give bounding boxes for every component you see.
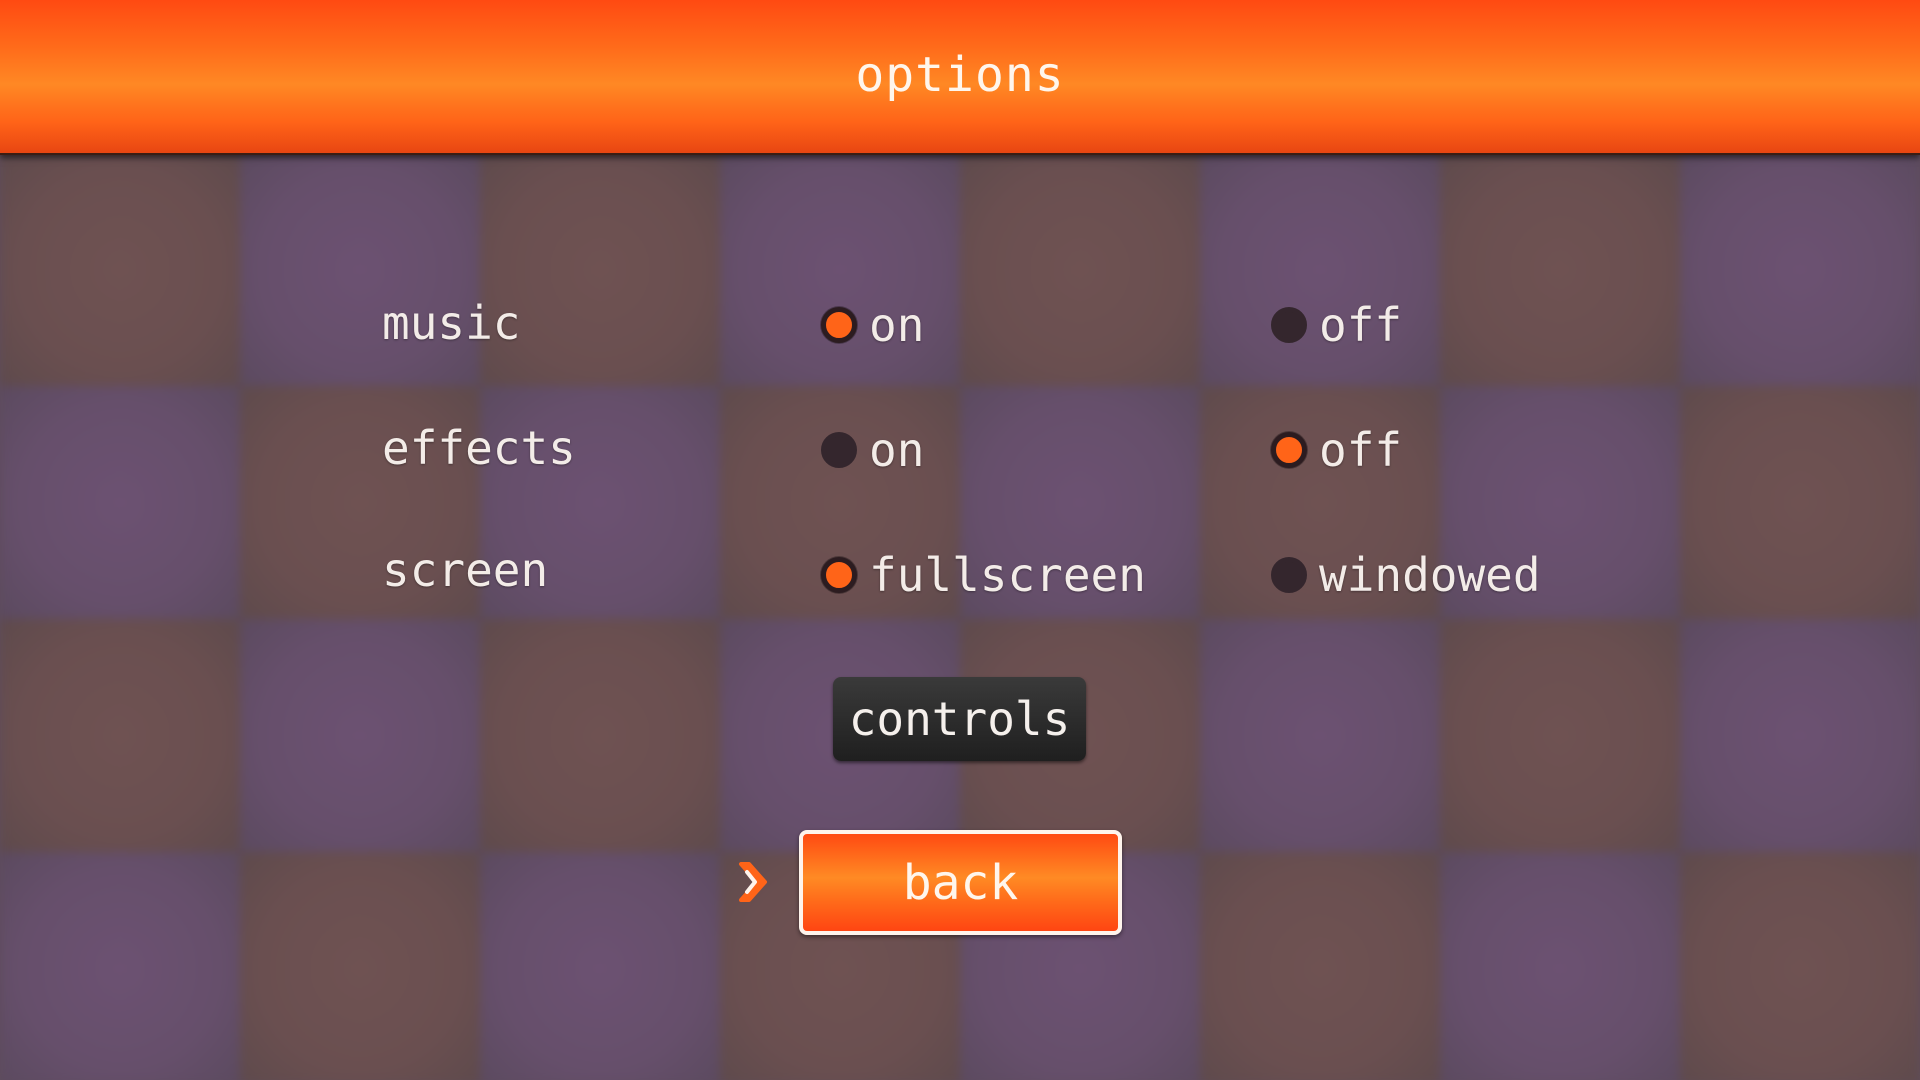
background-tile [0, 153, 240, 386]
background-tile [1440, 852, 1680, 1080]
effects-off-label: off [1319, 423, 1403, 477]
music-on-option[interactable]: on [821, 298, 924, 352]
screen-windowed-label: windowed [1319, 548, 1541, 602]
background-tile [1440, 619, 1680, 852]
background-tile [960, 153, 1200, 386]
background-tile [0, 619, 240, 852]
music-on-label: on [869, 298, 925, 352]
music-off-radio[interactable] [1271, 307, 1307, 343]
header-bar: options [0, 0, 1920, 155]
chevron-right-icon [739, 862, 767, 902]
background-tile [1200, 619, 1440, 852]
screen-fullscreen-label: fullscreen [869, 548, 1146, 602]
effects-label: effects [382, 421, 576, 475]
background-tile [480, 852, 720, 1080]
effects-off-radio[interactable] [1271, 432, 1307, 468]
page-title: options [855, 46, 1065, 103]
music-off-option[interactable]: off [1271, 298, 1402, 352]
background-tile [1680, 852, 1920, 1080]
screen-windowed-option[interactable]: windowed [1271, 548, 1541, 602]
background-tile [1440, 153, 1680, 386]
music-off-label: off [1319, 298, 1403, 352]
background-tile [1680, 386, 1920, 619]
back-button[interactable]: back [799, 830, 1122, 935]
background-tile [0, 386, 240, 619]
screen-label: screen [382, 543, 549, 597]
screen-fullscreen-radio[interactable] [821, 557, 857, 593]
background-tile [1200, 852, 1440, 1080]
background-tile [240, 852, 480, 1080]
effects-on-option[interactable]: on [821, 423, 924, 477]
background-tile [240, 153, 480, 386]
controls-button[interactable]: controls [833, 677, 1086, 761]
checkerboard-background [0, 153, 1920, 1080]
background-tile [240, 619, 480, 852]
screen-fullscreen-option[interactable]: fullscreen [821, 548, 1146, 602]
effects-off-option[interactable]: off [1271, 423, 1402, 477]
background-tile [480, 619, 720, 852]
music-on-radio[interactable] [821, 307, 857, 343]
background-tile [1680, 153, 1920, 386]
music-label: music [382, 296, 521, 350]
screen-windowed-radio[interactable] [1271, 557, 1307, 593]
background-tile [480, 153, 720, 386]
options-screen: options music on off effects on off scre… [0, 0, 1920, 1080]
background-tile [0, 852, 240, 1080]
background-tile [1680, 619, 1920, 852]
effects-on-radio[interactable] [821, 432, 857, 468]
effects-on-label: on [869, 423, 925, 477]
